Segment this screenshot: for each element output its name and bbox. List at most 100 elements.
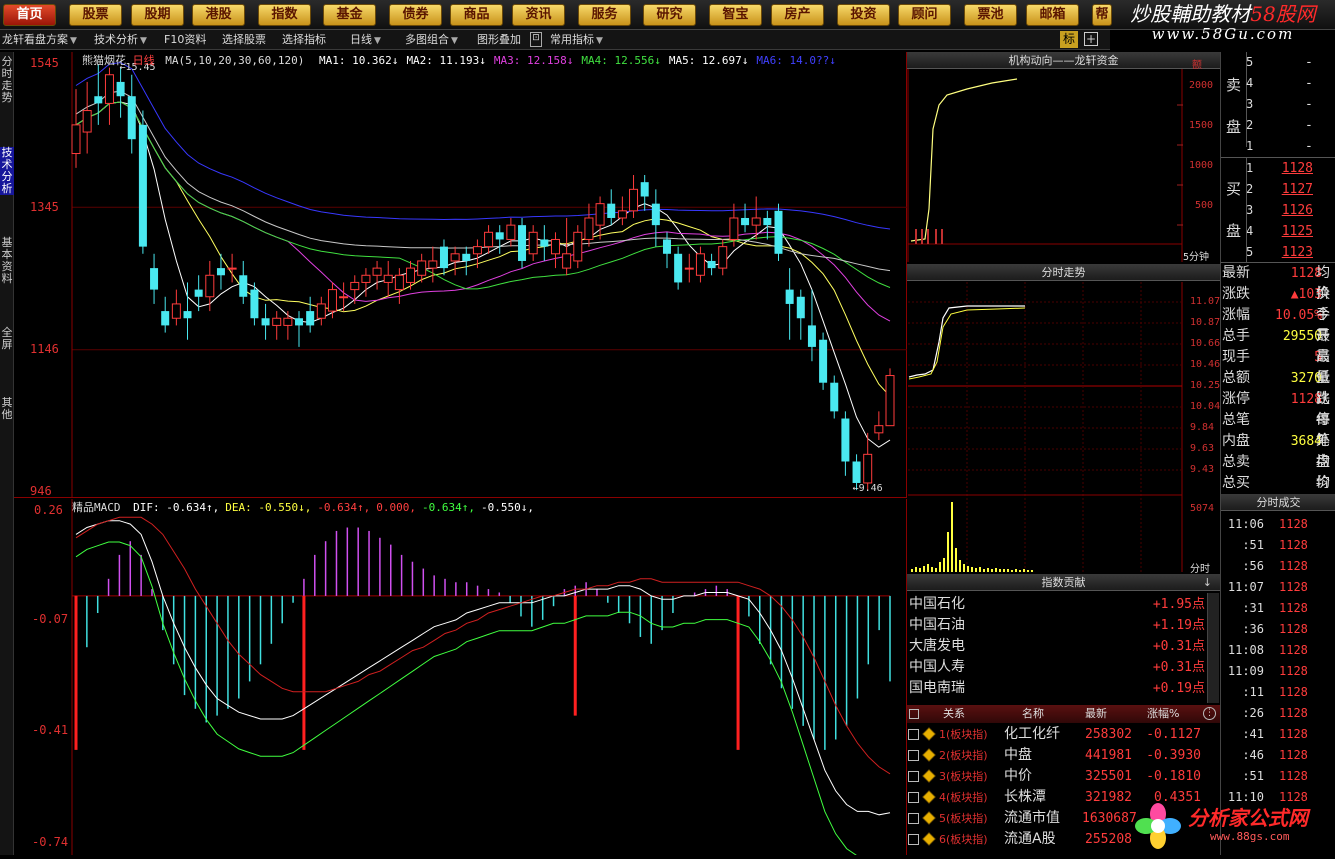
checkbox-icon (908, 750, 919, 761)
sell-row[interactable]: 5- (1221, 52, 1335, 73)
candle (674, 246, 683, 290)
related-type: 2(板块指) (939, 749, 988, 762)
candle (306, 296, 315, 333)
inst-tick: 1000 (1189, 160, 1214, 171)
toolbar-item-5[interactable]: 日线 ▼ (350, 32, 381, 48)
candle (339, 282, 349, 312)
toolbar-item-6[interactable]: 多图组合 ▼ (405, 32, 458, 48)
level: 1 (1246, 161, 1254, 175)
trade-row: :26 1128 (1221, 703, 1335, 724)
related-price: 325501 (1085, 769, 1132, 784)
contrib-row[interactable]: 中国石油 +1.19点 (909, 615, 1209, 636)
nav-button-11[interactable]: 智宝 (709, 4, 762, 26)
nav-button-9[interactable]: 服务 (578, 4, 631, 26)
candle (573, 225, 583, 269)
nav-button-13[interactable]: 投资 (837, 4, 890, 26)
level: 4 (1246, 224, 1254, 238)
macd-header: 精品MACD DIF: -0.634↑, DEA: -0.550↓, -0.634↑… (72, 499, 534, 515)
candle (150, 253, 159, 304)
inst-bar (915, 229, 917, 244)
nav-button-15[interactable]: 票池 (964, 4, 1017, 26)
candle (807, 289, 816, 362)
trade-row: 11:07 1128 (1221, 577, 1335, 598)
volume-bar (1027, 570, 1029, 572)
left-tab-2[interactable]: 基本资料 (0, 237, 14, 285)
left-tab-1[interactable]: 技术分析 (0, 147, 14, 195)
ma-value: MA1: 10.362↓ (318, 54, 399, 67)
contrib-row[interactable]: 中国石化 +1.95点 (909, 594, 1209, 615)
toolbar-item-1[interactable]: 技术分析 ▼ (94, 32, 147, 48)
macd-value: 0.000, (376, 501, 417, 514)
toolbar-item-8[interactable]: 常用指标 ▼ (550, 32, 603, 48)
trade-row: 11:08 1128 (1221, 640, 1335, 661)
trade-time: :26 (1242, 706, 1264, 720)
nav-button-14[interactable]: 顾问 (898, 4, 951, 26)
nav-button-2[interactable]: 股期 (131, 4, 184, 26)
trade-row: :46 1128 (1221, 745, 1335, 766)
left-tab-3[interactable]: 全屏 (0, 327, 14, 351)
candle (327, 282, 337, 319)
volume-bar (1007, 569, 1009, 572)
contrib-row[interactable]: 国电南瑞 +0.19点 (909, 678, 1209, 699)
buy-price: 1126 (1281, 203, 1313, 218)
nav-button-5[interactable]: 基金 (323, 4, 376, 26)
settings-icon[interactable]: ⋮ (1203, 707, 1216, 720)
level: 5 (1246, 245, 1254, 259)
toolbar-item-4[interactable]: 选择指标 (282, 32, 326, 48)
trade-price: 1128 (1279, 664, 1308, 678)
left-tab-0[interactable]: 分时走势 (0, 56, 14, 104)
sell-label: 盘 (1226, 118, 1242, 136)
sell-row[interactable]: 1- (1221, 136, 1335, 157)
candle (439, 239, 448, 276)
buy-row[interactable]: 1 1128 (1221, 158, 1335, 179)
macd-chart[interactable]: 精品MACD DIF: -0.634↑, DEA: -0.550↓, -0.634↑… (14, 499, 907, 859)
mark-button[interactable]: 标 (1060, 31, 1078, 48)
chk-icon[interactable] (909, 709, 919, 719)
nav-button-6[interactable]: 债券 (389, 4, 442, 26)
volume-bar (991, 569, 993, 572)
sell-row[interactable]: 3- (1221, 94, 1335, 115)
contrib-row[interactable]: 中国人寿 +0.31点 (909, 657, 1209, 678)
toolbar-item-2[interactable]: F10资料 (164, 32, 206, 48)
nav-button-17[interactable]: 帮 (1092, 4, 1112, 26)
nav-button-16[interactable]: 邮箱 (1026, 4, 1079, 26)
ma-line (75, 90, 891, 272)
buy-row[interactable]: 3 1126 (1221, 200, 1335, 221)
trade-row: :56 1128 (1221, 556, 1335, 577)
quote-key: 涨跌 (1222, 286, 1250, 302)
buy-price: 1125 (1281, 224, 1313, 239)
volume-bar (971, 567, 973, 572)
candle (94, 64, 103, 125)
grid-icon[interactable]: + (1084, 32, 1098, 46)
toolbar-item-7[interactable]: 图形叠加 (477, 32, 521, 48)
related-row[interactable]: 3(板块指) 中价 325501 -0.1810 (907, 766, 1220, 787)
nav-button-7[interactable]: 商品 (450, 4, 503, 26)
buy-row[interactable]: 5 1123 (1221, 242, 1335, 263)
nav-button-4[interactable]: 指数 (258, 4, 311, 26)
kline-chart[interactable]: ←15.45 ←9.46 熊猫烟花 日线 MA(5,10,20,30,60,120… (14, 52, 907, 498)
nav-button-10[interactable]: 研究 (643, 4, 696, 26)
left-tab-4[interactable]: 其他 (0, 397, 14, 421)
y-tick-label: 1345 (30, 200, 59, 214)
toolbar-item-3[interactable]: 选择股票 (222, 32, 266, 48)
nav-button-0[interactable]: 首页 (3, 4, 56, 26)
contrib-row[interactable]: 大唐发电 +0.31点 (909, 636, 1209, 657)
nav-button-3[interactable]: 港股 (192, 4, 245, 26)
related-row[interactable]: 1(板块指) 化工化纤 258302 -0.1127 (907, 724, 1220, 745)
nav-button-8[interactable]: 资讯 (512, 4, 565, 26)
nav-button-1[interactable]: 股票 (69, 4, 122, 26)
trade-row: :41 1128 (1221, 724, 1335, 745)
toolbar-item-0[interactable]: 龙轩看盘方案 ▼ (2, 32, 77, 48)
trade-price: 1128 (1279, 685, 1308, 699)
watermark-title: 分析家公式网 (1188, 806, 1308, 830)
related-row[interactable]: 2(板块指) 中盘 441981 -0.3930 (907, 745, 1220, 766)
candle (104, 67, 114, 125)
nav-button-12[interactable]: 房产 (771, 4, 824, 26)
inst-bottom-label: 5分钟 (1183, 252, 1210, 263)
watermark-url: www.88gs.com (1210, 830, 1290, 843)
arrow-down-icon[interactable]: ↓ (1203, 574, 1212, 591)
related-type: 1(板块指) (939, 728, 988, 741)
trade-row: :11 1128 (1221, 682, 1335, 703)
quote-row: 总手 29550 最高 (1221, 326, 1335, 365)
scrollbar[interactable] (1207, 593, 1219, 703)
